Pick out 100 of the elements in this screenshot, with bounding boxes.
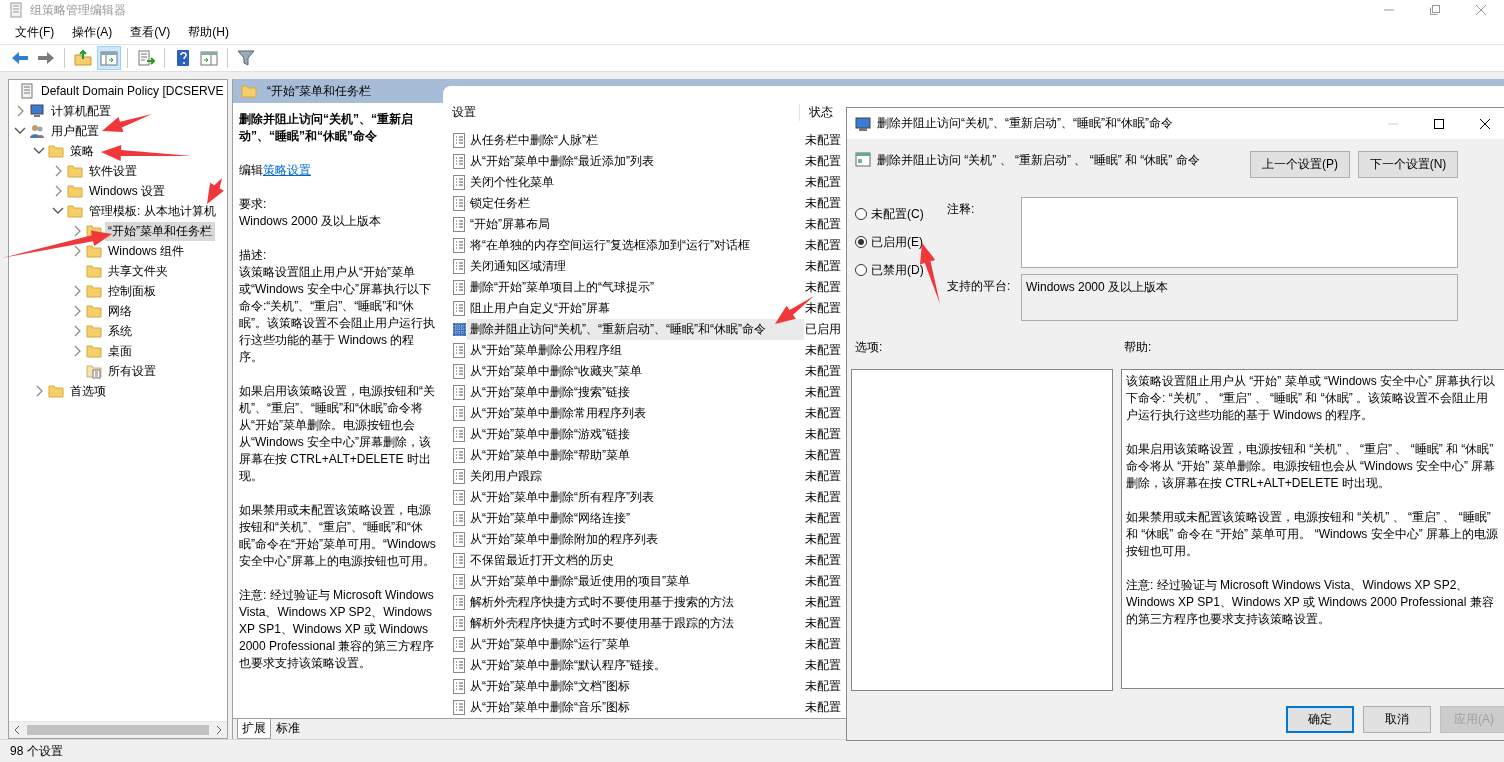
setting-icon <box>452 700 467 715</box>
setting-state: 未配置 <box>804 216 841 233</box>
setting-name[interactable]: 不保留最近打开文档的历史 <box>467 550 804 571</box>
column-header[interactable]: 状态 <box>800 103 833 121</box>
setting-state: 未配置 <box>804 531 841 548</box>
column-header[interactable]: 设置 <box>443 103 800 121</box>
setting-icon <box>452 427 467 442</box>
folder-icon <box>241 83 257 99</box>
tree-item[interactable]: 用户配置 <box>48 121 102 141</box>
setting-name[interactable]: 锁定任务栏 <box>467 193 804 214</box>
tree-item[interactable]: Windows 设置 <box>86 181 168 201</box>
setting-state: 未配置 <box>804 573 841 590</box>
tree-item[interactable]: 系统 <box>105 321 135 341</box>
setting-state: 未配置 <box>804 678 841 695</box>
setting-icon <box>452 217 467 232</box>
tree-item[interactable]: 策略 <box>67 141 97 161</box>
menu-item[interactable]: 帮助(H) <box>179 21 238 43</box>
menu-item[interactable]: 文件(F) <box>6 21 64 43</box>
setting-name[interactable]: 关闭用户跟踪 <box>467 466 804 487</box>
menu-item[interactable]: 查看(V) <box>121 21 180 43</box>
tab[interactable]: 标准 <box>271 719 305 739</box>
setting-name[interactable]: 将“在单独的内存空间运行”复选框添加到“运行”对话框 <box>467 235 804 256</box>
setting-name[interactable]: 从“开始”菜单中删除“网络连接” <box>467 508 804 529</box>
setting-name[interactable]: 从“开始”菜单中删除“帮助”菜单 <box>467 445 804 466</box>
computer-icon <box>29 103 45 119</box>
radio-label[interactable]: 已禁用(D) <box>871 261 924 279</box>
setting-name[interactable]: 从“开始”菜单中删除“文档”图标 <box>467 676 804 697</box>
nav-button[interactable]: 下一个设置(N) <box>1358 151 1458 178</box>
setting-name[interactable]: 从“开始”菜单中删除“最近使用的项目”菜单 <box>467 571 804 592</box>
setting-heading: 删除并阻止访问 “关机” 、 “重新启动” 、 “睡眠” 和 “休眠” 命令 <box>877 152 1201 169</box>
folder-icon <box>86 303 102 319</box>
help-label: 帮助: <box>1124 339 1152 356</box>
setting-name[interactable]: 从“开始”菜单中删除“所有程序”列表 <box>467 487 804 508</box>
filter-icon <box>237 49 255 67</box>
setting-name[interactable]: 从“开始”菜单中删除“默认程序”链接。 <box>467 655 804 676</box>
platform-field: Windows 2000 及以上版本 <box>1021 274 1458 321</box>
setting-state: 未配置 <box>804 657 841 674</box>
tab[interactable]: 扩展 <box>237 719 271 739</box>
tree-item[interactable]: 首选项 <box>67 381 109 401</box>
setting-name[interactable]: 从“开始”菜单中删除“音乐”图标 <box>467 697 804 718</box>
options-label: 选项: <box>855 339 884 356</box>
tree-item[interactable]: 桌面 <box>105 341 135 361</box>
setting-name[interactable]: 从“开始”菜单中删除“运行”菜单 <box>467 634 804 655</box>
setting-state: 未配置 <box>804 363 841 380</box>
dialog-button[interactable]: 取消 <box>1363 706 1431 733</box>
tree-item[interactable]: “开始”菜单和任务栏 <box>105 221 215 241</box>
tree-item[interactable]: Windows 组件 <box>105 241 187 261</box>
setting-name[interactable]: 从任务栏中删除“人脉”栏 <box>467 130 804 151</box>
setting-state: 未配置 <box>804 426 841 443</box>
radio-button[interactable] <box>855 208 867 220</box>
dialog-button[interactable]: 确定 <box>1286 706 1354 733</box>
radio-button[interactable] <box>855 236 867 248</box>
setting-name[interactable]: 关闭个性化菜单 <box>467 172 804 193</box>
horizontal-scrollbar[interactable] <box>9 721 227 738</box>
setting-name[interactable]: 从“开始”菜单中删除常用程序列表 <box>467 403 804 424</box>
restore-icon[interactable] <box>1430 5 1440 15</box>
menu-item[interactable]: 操作(A) <box>63 21 122 43</box>
setting-name[interactable]: 解析外壳程序快捷方式时不要使用基于跟踪的方法 <box>467 613 804 634</box>
tree-item[interactable]: 控制面板 <box>105 281 159 301</box>
maximize-icon[interactable] <box>1434 118 1444 129</box>
radio-button[interactable] <box>855 264 867 276</box>
setting-icon <box>452 385 467 400</box>
platform-label: 支持的平台: <box>947 278 1012 295</box>
setting-state: 未配置 <box>804 615 841 632</box>
setting-name[interactable]: 从“开始”菜单中删除附加的程序列表 <box>467 529 804 550</box>
setting-state: 未配置 <box>804 552 841 569</box>
radio-label[interactable]: 未配置(C) <box>871 205 924 223</box>
tree-item[interactable]: Default Domain Policy [DCSERVE <box>38 83 227 99</box>
tree-item[interactable]: 共享文件夹 <box>105 261 171 281</box>
tree-item[interactable]: 所有设置 <box>105 361 159 381</box>
setting-state: 未配置 <box>804 174 841 191</box>
setting-name[interactable]: 从“开始”菜单中删除“最近添加”列表 <box>467 151 804 172</box>
setting-name[interactable]: 从“开始”菜单中删除“搜索”链接 <box>467 382 804 403</box>
setting-state: 未配置 <box>804 594 841 611</box>
setting-name[interactable]: 解析外壳程序快捷方式时不要使用基于搜索的方法 <box>467 592 804 613</box>
window-icon <box>855 151 871 167</box>
folder-up-icon <box>74 49 92 67</box>
comment-field[interactable] <box>1021 197 1458 268</box>
requirement-label: 要求: <box>239 196 268 213</box>
setting-name[interactable]: 删除并阻止访问“关机”、“重新启动”、“睡眠”和“休眠”命令 <box>467 319 804 340</box>
tree-item[interactable]: 网络 <box>105 301 135 321</box>
panel-button[interactable] <box>97 46 121 70</box>
setting-name[interactable]: 关闭通知区域清理 <box>467 256 804 277</box>
setting-name[interactable]: 阻止用户自定义“开始”屏幕 <box>467 298 804 319</box>
setting-name[interactable]: 从“开始”菜单中删除“游戏”链接 <box>467 424 804 445</box>
help-icon <box>174 49 192 67</box>
tree-item[interactable]: 计算机配置 <box>48 101 114 121</box>
settings-folder-icon <box>86 363 102 379</box>
setting-name[interactable]: 从“开始”菜单中删除“收藏夹”菜单 <box>467 361 804 382</box>
help-text: 注意: 经过验证与 Microsoft Windows Vista、Windows XP SP2、Windows XP SP1、Windows XP 或 Windows 2000 Professional 兼容的第三方程序也要求支持该策略设置。 <box>1126 577 1495 628</box>
setting-name[interactable]: 删除“开始”菜单项目上的“气球提示” <box>467 277 804 298</box>
radio-label[interactable]: 已启用(E) <box>871 233 923 251</box>
description-text: 注意: 经过验证与 Microsoft Windows Vista、Windows XP SP2、Windows XP SP1、Windows XP 或 Windows 2000 Professional 兼容的第三方程序也要求支持该策略设置。 <box>239 587 436 672</box>
tree-item[interactable]: 软件设置 <box>86 161 140 181</box>
setting-name[interactable]: 从“开始”菜单删除公用程序组 <box>467 340 804 361</box>
tree-item[interactable]: 管理模板: 从本地计算机 <box>86 201 219 221</box>
setting-name[interactable]: “开始”屏幕布局 <box>467 214 804 235</box>
close-icon[interactable] <box>1480 118 1490 129</box>
policy-settings-link[interactable]: 策略设置 <box>263 163 311 177</box>
nav-button[interactable]: 上一个设置(P) <box>1250 151 1350 178</box>
